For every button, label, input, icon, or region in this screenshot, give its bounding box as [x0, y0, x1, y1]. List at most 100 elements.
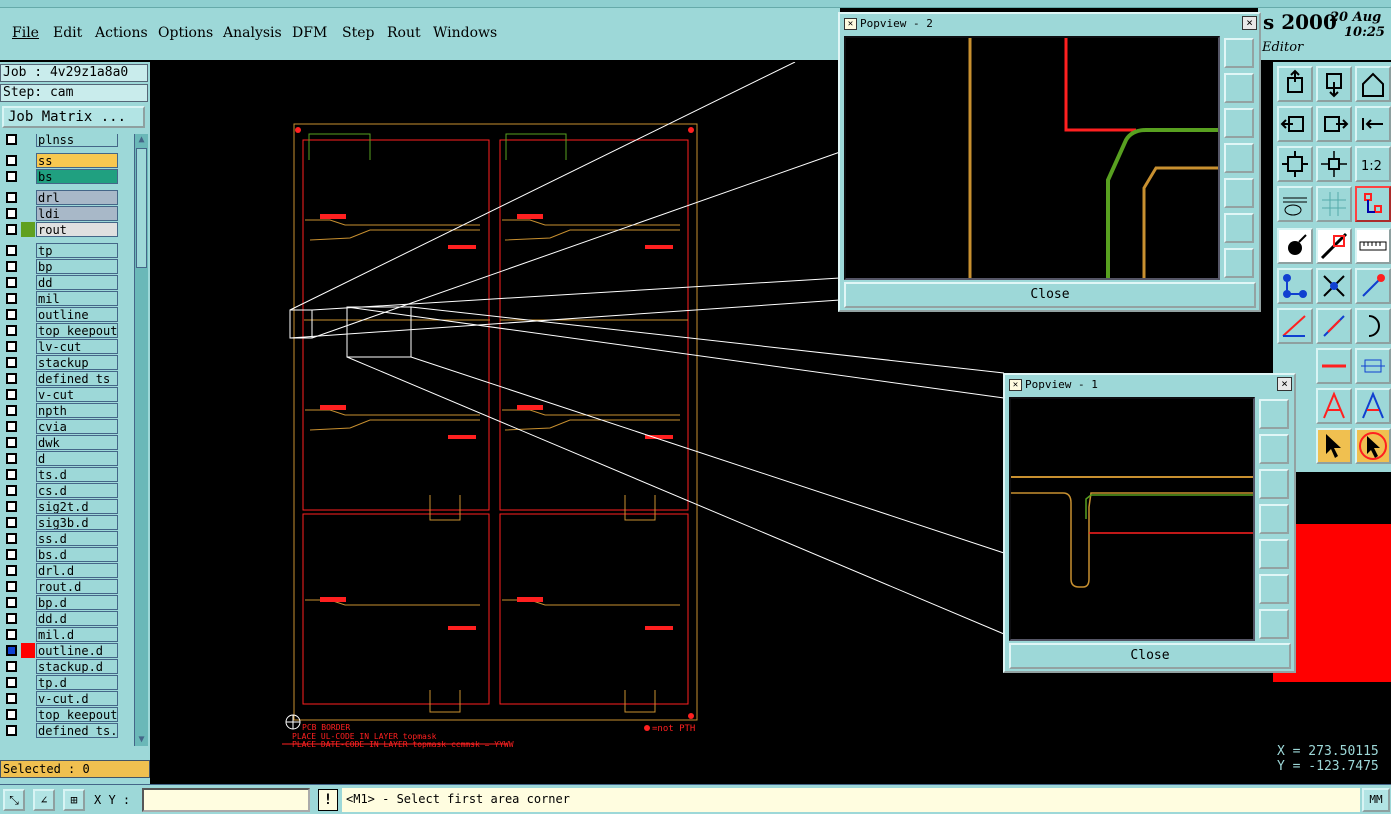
layer-row[interactable]: dwk [0, 435, 122, 450]
ruler-icon[interactable] [1355, 228, 1391, 264]
layer-color-swatch[interactable] [21, 707, 35, 722]
zoom-center-icon[interactable] [1316, 146, 1352, 182]
layer-name[interactable]: v-cut.d [36, 691, 118, 706]
layer-checkbox[interactable] [6, 453, 17, 464]
layer-row[interactable]: stackup.d [0, 659, 122, 674]
layer-color-swatch[interactable] [21, 190, 35, 205]
alert-icon[interactable]: ! [318, 789, 338, 811]
layer-checkbox[interactable] [6, 277, 17, 288]
pv2-left-icon[interactable] [1224, 143, 1254, 173]
layer-name[interactable]: drl [36, 190, 118, 205]
layer-row[interactable]: defined_ts [0, 371, 122, 386]
layer-color-swatch[interactable] [21, 643, 35, 658]
layer-checkbox[interactable] [6, 661, 17, 672]
menu-rout[interactable]: Rout [387, 25, 421, 41]
layer-color-swatch[interactable] [21, 275, 35, 290]
layer-row[interactable]: cs.d [0, 483, 122, 498]
menu-options[interactable]: Options [158, 25, 213, 41]
pv1-fit-icon[interactable] [1259, 574, 1289, 604]
layer-checkbox[interactable] [6, 405, 17, 416]
layer-name[interactable]: defined_ts.d [36, 723, 118, 738]
menu-windows[interactable]: Windows [433, 25, 497, 41]
zoom-fit-icon[interactable] [1277, 146, 1313, 182]
layer-name[interactable]: bp.d [36, 595, 118, 610]
layer-row[interactable]: mil [0, 291, 122, 306]
layer-name[interactable]: npth [36, 403, 118, 418]
pv2-right-icon[interactable] [1224, 178, 1254, 208]
layer-name[interactable]: dd.d [36, 611, 118, 626]
layer-checkbox[interactable] [6, 437, 17, 448]
layer-name[interactable]: mil [36, 291, 118, 306]
layer-color-swatch[interactable] [21, 723, 35, 738]
pv1-center-icon[interactable] [1259, 609, 1289, 639]
layer-row[interactable]: ss.d [0, 531, 122, 546]
layer-color-swatch[interactable] [21, 222, 35, 237]
layer-name[interactable]: ss.d [36, 531, 118, 546]
move-left-icon[interactable] [1277, 106, 1313, 142]
layer-color-swatch[interactable] [21, 339, 35, 354]
pv2-down-icon[interactable] [1224, 108, 1254, 138]
layer-row[interactable]: cvia [0, 419, 122, 434]
pv2-center-icon[interactable] [1224, 248, 1254, 278]
layer-color-swatch[interactable] [21, 243, 35, 258]
layer-row[interactable]: d [0, 451, 122, 466]
layer-color-swatch[interactable] [21, 259, 35, 274]
layer-color-swatch[interactable] [21, 563, 35, 578]
text-a-icon[interactable] [1316, 388, 1352, 424]
pv1-left-icon[interactable] [1259, 504, 1289, 534]
layer-name[interactable]: dd [36, 275, 118, 290]
layer-checkbox[interactable] [6, 629, 17, 640]
move-up-icon[interactable] [1277, 66, 1313, 102]
arc-icon[interactable] [1355, 308, 1391, 344]
layer-color-swatch[interactable] [21, 169, 35, 184]
layer-color-swatch[interactable] [21, 467, 35, 482]
layer-name[interactable]: cs.d [36, 483, 118, 498]
layer-row[interactable]: tp [0, 243, 122, 258]
layer-name[interactable]: d [36, 451, 118, 466]
layer-checkbox[interactable] [6, 549, 17, 560]
scroll-up-icon[interactable]: ▲ [135, 134, 148, 146]
layer-checkbox[interactable] [6, 357, 17, 368]
layer-color-swatch[interactable] [21, 206, 35, 221]
layer-name[interactable]: outline.d [36, 643, 118, 658]
slash-icon[interactable] [1316, 308, 1352, 344]
select-arrow-icon[interactable] [1316, 428, 1352, 464]
layer-checkbox[interactable] [6, 224, 17, 235]
layer-checkbox[interactable] [6, 171, 17, 182]
pad-icon[interactable] [1277, 228, 1313, 264]
layer-name[interactable]: plnss [36, 134, 118, 147]
layer-checkbox[interactable] [6, 155, 17, 166]
layer-row[interactable]: rout [0, 222, 122, 237]
layer-checkbox[interactable] [6, 725, 17, 736]
layer-row[interactable]: dd.d [0, 611, 122, 626]
grid-icon[interactable] [1316, 186, 1352, 222]
connect-icon[interactable] [1277, 268, 1313, 304]
layer-name[interactable]: cvia [36, 419, 118, 434]
layer-checkbox[interactable] [6, 613, 17, 624]
scroll-down-icon[interactable]: ▼ [135, 734, 148, 746]
layer-name[interactable]: tp [36, 243, 118, 258]
layer-checkbox[interactable] [6, 389, 17, 400]
layer-name[interactable]: rout [36, 222, 118, 237]
scroll-thumb[interactable] [136, 148, 147, 268]
pv1-zoom-icon[interactable] [1259, 399, 1289, 429]
layer-name[interactable]: stackup [36, 355, 118, 370]
layer-name[interactable]: lv-cut [36, 339, 118, 354]
layer-name[interactable]: drl.d [36, 563, 118, 578]
layer-row[interactable]: sig3b.d [0, 515, 122, 530]
pv1-right-icon[interactable] [1259, 539, 1289, 569]
cross-icon[interactable] [1316, 268, 1352, 304]
layer-checkbox[interactable] [6, 192, 17, 203]
layer-color-swatch[interactable] [21, 627, 35, 642]
layer-color-swatch[interactable] [21, 499, 35, 514]
layer-row[interactable]: defined_ts.d [0, 723, 122, 738]
layer-color-swatch[interactable] [21, 515, 35, 530]
layer-checkbox[interactable] [6, 597, 17, 608]
layer-name[interactable]: bs [36, 169, 118, 184]
layer-name[interactable]: tp.d [36, 675, 118, 690]
layer-color-swatch[interactable] [21, 371, 35, 386]
layer-row[interactable]: v-cut.d [0, 691, 122, 706]
layer-color-swatch[interactable] [21, 675, 35, 690]
layer-row[interactable]: ldi [0, 206, 122, 221]
layer-name[interactable]: ts.d [36, 467, 118, 482]
